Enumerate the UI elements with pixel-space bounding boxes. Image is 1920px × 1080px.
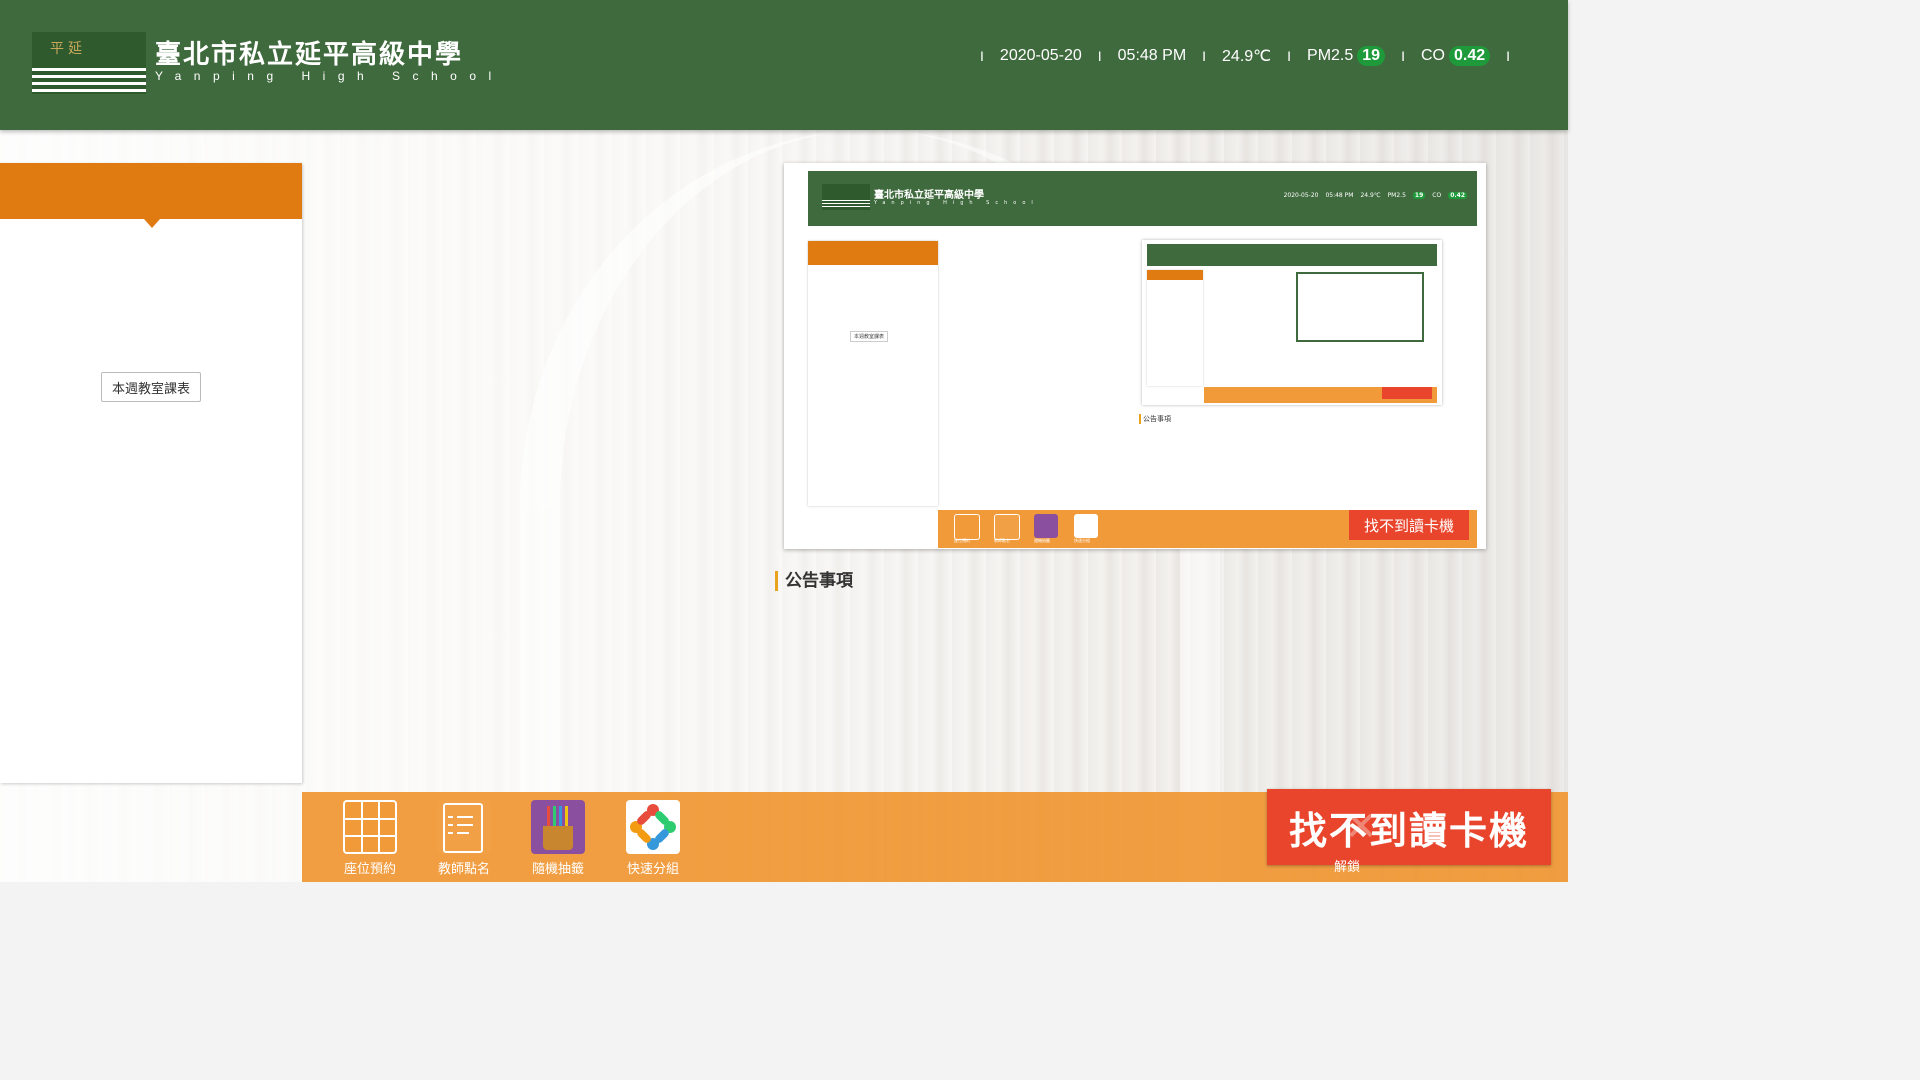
- preview-time: 05:48 PM: [1325, 192, 1354, 199]
- preview-left-panel: 本週教室課表: [808, 241, 938, 506]
- screen-preview: 臺北市私立延平高級中學 Yanping High School 2020-05-…: [784, 163, 1486, 549]
- school-emblem: 平延: [50, 41, 86, 57]
- roll-call-label: 教師點名: [437, 862, 490, 877]
- preview-tool-label: 隨機抽籤: [1034, 538, 1050, 543]
- school-name: 臺北市私立延平高級中學: [155, 40, 464, 70]
- preview-pm25-label: PM2.5: [1387, 192, 1406, 199]
- preview-school-name: 臺北市私立延平高級中學: [874, 190, 984, 201]
- preview-notice-title: 公告事項: [1139, 414, 1171, 424]
- preview-co-label: CO: [1432, 192, 1442, 199]
- separator: I: [1401, 48, 1405, 64]
- seat-grid-icon: [343, 800, 397, 854]
- pm25-label: PM2.5: [1307, 47, 1354, 64]
- preview-tool-label: 快速分組: [1074, 538, 1090, 543]
- unlock-icon[interactable]: ✕: [1340, 806, 1382, 848]
- pm25-value-badge: 19: [1357, 46, 1386, 66]
- separator: I: [1287, 48, 1292, 64]
- preview-seat-grid-icon: [954, 514, 980, 540]
- separator: I: [1506, 48, 1510, 64]
- left-panel-header: [0, 163, 302, 228]
- preview-nested-screen: [1142, 240, 1442, 405]
- date-display: 2020-05-20: [999, 47, 1082, 64]
- preview-school-name-english: Yanping High School: [874, 200, 1039, 206]
- school-name-english: Yanping High School: [155, 69, 504, 83]
- separator: I: [1097, 48, 1102, 64]
- preview-roll-call-icon: [994, 514, 1020, 540]
- preview-tool-label: 座位預約: [954, 538, 970, 543]
- card-reader-not-found-alert: 找不到讀卡機: [1267, 789, 1551, 865]
- separator: I: [1202, 48, 1207, 64]
- random-draw-label: 隨機抽籤: [531, 862, 584, 877]
- preview-co-value: 0.42: [1448, 192, 1467, 199]
- preview-pm25-value: 19: [1412, 192, 1426, 199]
- preview-lottery-icon: [1034, 514, 1058, 538]
- seat-booking-label: 座位預約: [343, 862, 396, 877]
- preview-toolbar: 座位預約 教師點名 隨機抽籤 快速分組 找不到讀卡機: [938, 510, 1477, 548]
- random-draw-button[interactable]: 隨機抽籤: [529, 800, 587, 877]
- school-logo: 平延: [32, 32, 146, 94]
- quick-group-label: 快速分組: [626, 862, 679, 877]
- co-label: CO: [1420, 47, 1445, 64]
- seat-booking-button[interactable]: 座位預約: [341, 800, 399, 877]
- preview-group-icon: [1074, 514, 1098, 538]
- lottery-sticks-icon: [531, 800, 585, 854]
- status-bar: I 2020-05-20 I 05:48 PM I 24.9℃ I PM2.5 …: [964, 46, 1526, 66]
- quick-group-button[interactable]: 快速分組: [624, 800, 682, 877]
- preview-logo: [822, 184, 870, 210]
- separator: I: [980, 48, 984, 64]
- left-panel: 本週教室課表: [0, 163, 302, 783]
- preview-schedule-button: 本週教室課表: [850, 331, 889, 342]
- temperature-display: 24.9℃: [1222, 48, 1272, 65]
- roll-call-form-icon: [437, 800, 491, 854]
- preview-temperature: 24.9℃: [1360, 192, 1381, 199]
- preview-left-header: [808, 241, 938, 265]
- notice-title: 公告事項: [775, 571, 853, 591]
- preview-date: 2020-05-20: [1283, 192, 1319, 199]
- preview-tool-label: 教師點名: [994, 538, 1010, 543]
- roll-call-button[interactable]: 教師點名: [435, 800, 493, 877]
- unlock-button[interactable]: 解鎖: [1334, 856, 1360, 875]
- top-header: 平延 臺北市私立延平高級中學 Yanping High School I 202…: [0, 0, 1568, 130]
- preview-no-card-reader: 找不到讀卡機: [1349, 510, 1469, 540]
- co-value-badge: 0.42: [1448, 46, 1491, 66]
- preview-header: 臺北市私立延平高級中學 Yanping High School 2020-05-…: [808, 171, 1477, 226]
- weekly-schedule-button[interactable]: 本週教室課表: [101, 372, 201, 402]
- time-display: 05:48 PM: [1117, 47, 1187, 64]
- group-people-icon: [626, 800, 680, 854]
- preview-status: 2020-05-20 05:48 PM 24.9℃ PM2.5 19 CO 0.…: [1284, 192, 1467, 199]
